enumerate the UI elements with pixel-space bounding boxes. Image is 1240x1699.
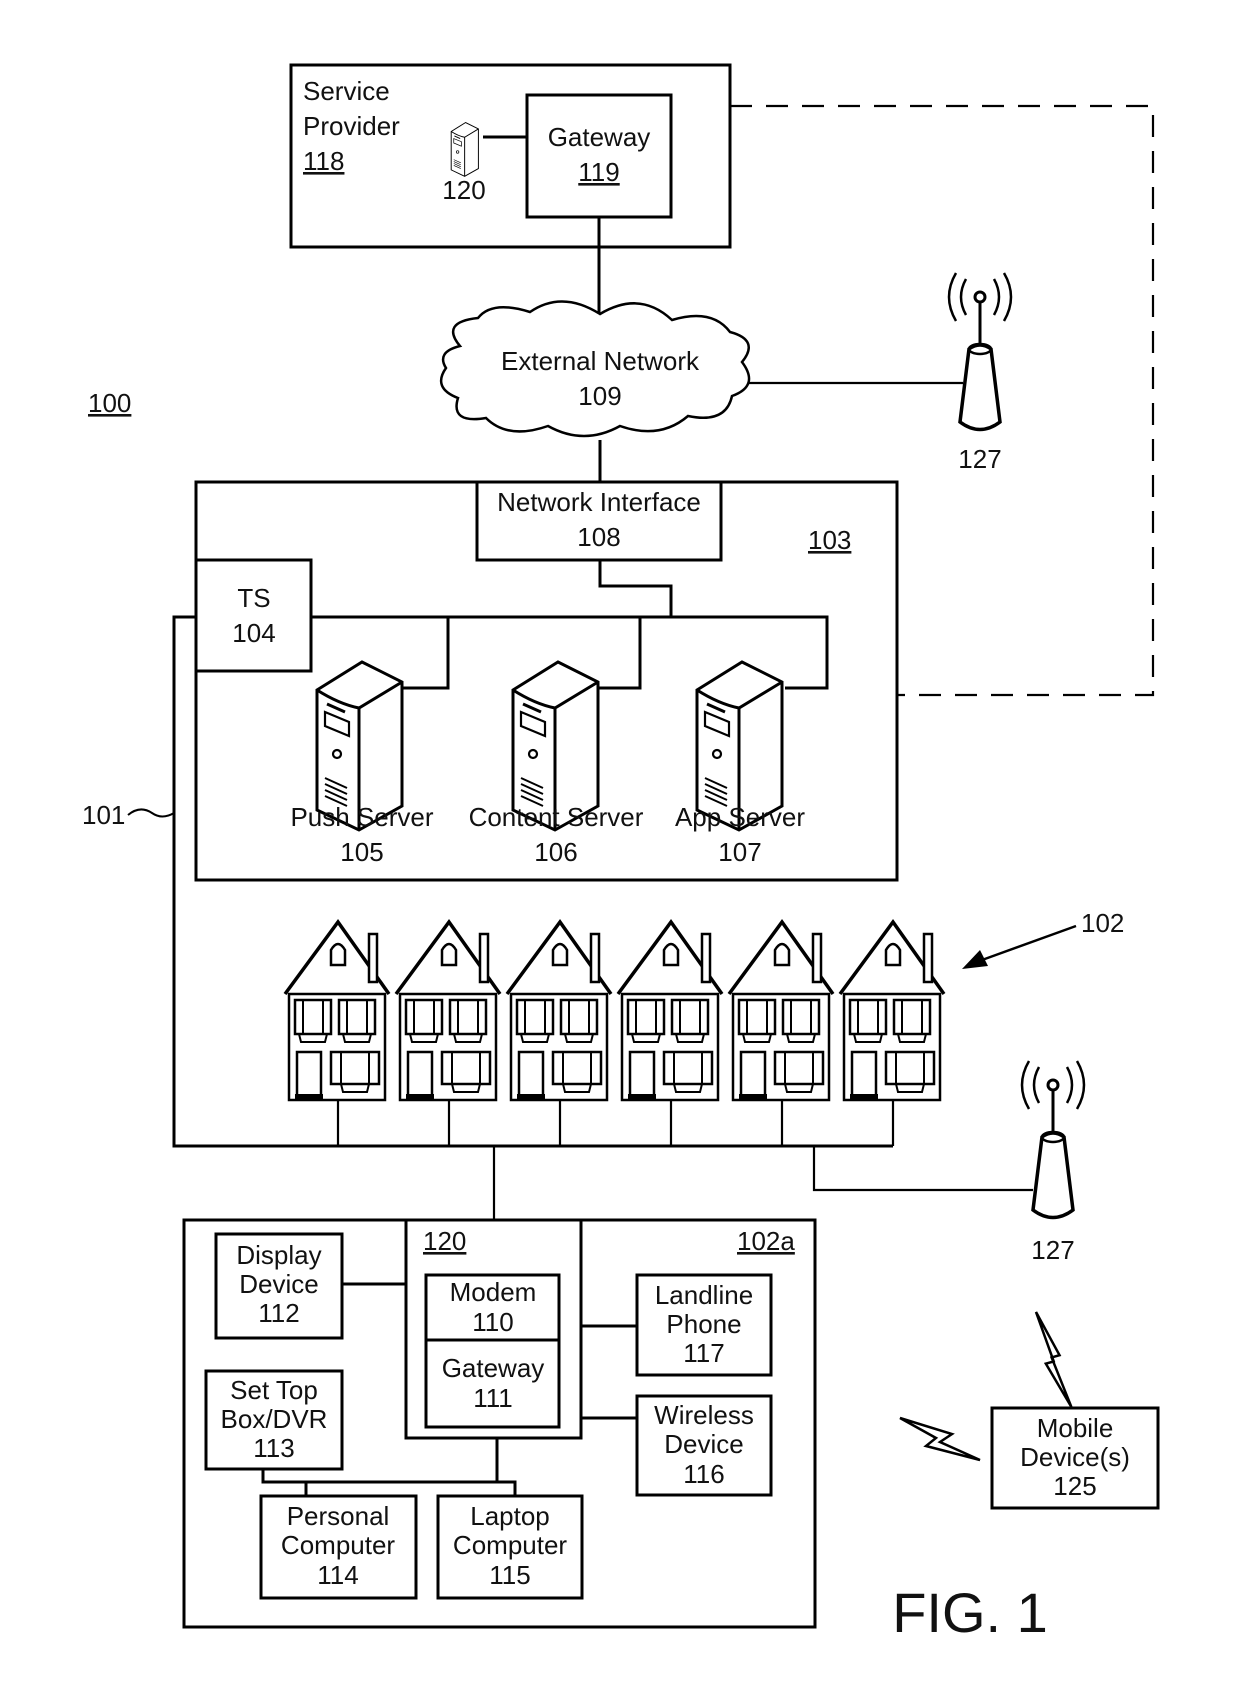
wireless-signal-icon bbox=[1034, 1311, 1073, 1408]
app-server-ref: 107 bbox=[718, 837, 761, 867]
service-provider-ref: 118 bbox=[303, 146, 344, 176]
arrow-icon bbox=[962, 950, 988, 969]
interface-ref: 120 bbox=[423, 1226, 466, 1256]
house-icon bbox=[616, 920, 724, 1102]
external-network-label: External Network bbox=[501, 346, 700, 376]
push-server-ref: 105 bbox=[340, 837, 383, 867]
personal-computer-line1: Personal bbox=[287, 1501, 390, 1531]
server-icon bbox=[450, 122, 479, 177]
mobile-device-line1: Mobile bbox=[1037, 1413, 1114, 1443]
gateway-119-box bbox=[525, 93, 673, 219]
network-interface-ref: 108 bbox=[577, 522, 620, 552]
gateway-119-ref: 119 bbox=[578, 157, 619, 187]
house-icon bbox=[727, 920, 835, 1102]
link-ref: 101 bbox=[82, 800, 125, 830]
mobile-device-line2: Device(s) bbox=[1020, 1442, 1130, 1472]
wireless-device-ref: 116 bbox=[683, 1459, 724, 1489]
figure-title: FIG. 1 bbox=[892, 1581, 1048, 1644]
network-diagram: Service Provider 118 120 Gateway 119 Ext… bbox=[82, 63, 1160, 1644]
ts-box bbox=[194, 558, 313, 673]
ts-ref: 104 bbox=[232, 618, 275, 648]
external-network-ref: 109 bbox=[578, 381, 621, 411]
personal-computer-ref: 114 bbox=[317, 1560, 358, 1590]
landline-phone-line1: Landline bbox=[655, 1280, 753, 1310]
house-icon bbox=[283, 920, 391, 1102]
antenna-tower-icon bbox=[1020, 1059, 1086, 1220]
premises-box-ref: 102a bbox=[737, 1226, 795, 1256]
display-device-ref: 112 bbox=[258, 1298, 299, 1328]
gateway-119-label: Gateway bbox=[548, 122, 651, 152]
system-ref: 100 bbox=[88, 388, 131, 418]
app-server-label: App Server bbox=[675, 802, 805, 832]
ts-label: TS bbox=[237, 583, 270, 613]
gateway-111-label: Gateway bbox=[442, 1353, 545, 1383]
modem-ref: 110 bbox=[472, 1307, 513, 1337]
laptop-computer-line2: Computer bbox=[453, 1530, 567, 1560]
server-ref: 120 bbox=[442, 175, 485, 205]
set-top-box-line1: Set Top bbox=[230, 1375, 318, 1405]
wireless-device-line2: Device bbox=[664, 1429, 743, 1459]
landline-phone-ref: 117 bbox=[683, 1338, 724, 1368]
tower-ref-bottom: 127 bbox=[1031, 1235, 1074, 1265]
display-device-line1: Display bbox=[236, 1240, 321, 1270]
content-server-ref: 106 bbox=[534, 837, 577, 867]
content-server-label: Content Server bbox=[469, 802, 644, 832]
mobile-device-ref: 125 bbox=[1053, 1471, 1096, 1501]
premises-ref: 102 bbox=[1081, 908, 1124, 938]
laptop-computer-line1: Laptop bbox=[470, 1501, 550, 1531]
houses-row bbox=[283, 920, 946, 1102]
set-top-box-ref: 113 bbox=[253, 1433, 294, 1463]
local-office-ref: 103 bbox=[808, 525, 851, 555]
antenna-tower-icon bbox=[947, 271, 1013, 432]
tower-ref-top: 127 bbox=[958, 444, 1001, 474]
personal-computer-line2: Computer bbox=[281, 1530, 395, 1560]
modem-label: Modem bbox=[450, 1277, 537, 1307]
set-top-box-line2: Box/DVR bbox=[221, 1404, 328, 1434]
wireless-device-line1: Wireless bbox=[654, 1400, 754, 1430]
gateway-111-ref: 111 bbox=[473, 1383, 513, 1413]
service-provider-label-line1: Service bbox=[303, 76, 390, 106]
house-icon bbox=[394, 920, 502, 1102]
wireless-signal-icon bbox=[899, 1416, 981, 1462]
house-icon bbox=[838, 920, 946, 1102]
push-server-label: Push Server bbox=[290, 802, 433, 832]
house-icon bbox=[505, 920, 613, 1102]
landline-phone-line2: Phone bbox=[666, 1309, 741, 1339]
service-provider-label-line2: Provider bbox=[303, 111, 400, 141]
laptop-computer-ref: 115 bbox=[489, 1560, 530, 1590]
network-interface-label: Network Interface bbox=[497, 487, 701, 517]
display-device-line2: Device bbox=[239, 1269, 318, 1299]
